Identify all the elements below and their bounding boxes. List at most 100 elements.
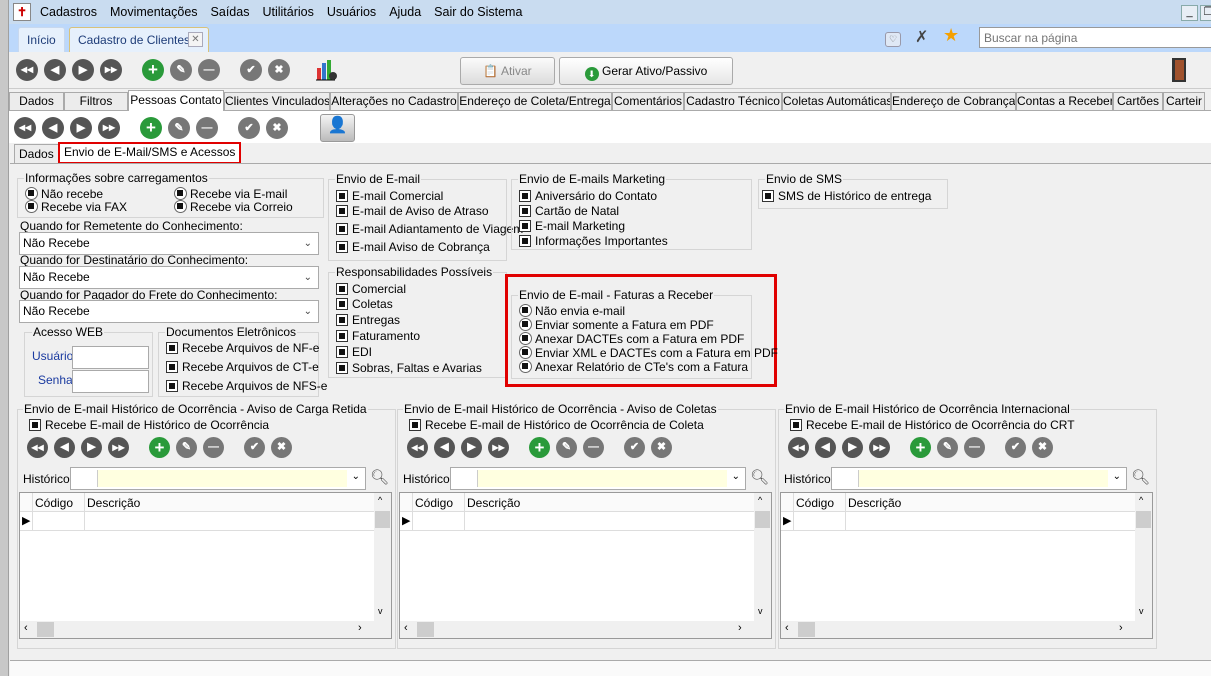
table-row[interactable] (400, 530, 756, 531)
edit-button[interactable]: ✎ (170, 59, 192, 81)
last-record-button[interactable]: ▶▶ (98, 117, 120, 139)
checkbox-email-comercial[interactable]: E-mail Comercial (336, 189, 443, 203)
panel-receive-checkbox[interactable]: Recebe E-mail de Histórico de Ocorrência… (409, 418, 704, 432)
cancel-button[interactable]: ✖ (1032, 437, 1053, 458)
add-button[interactable]: + (910, 437, 931, 458)
cancel-button[interactable]: ✖ (268, 59, 290, 81)
favorite-heart-button[interactable]: ♡ (885, 32, 901, 47)
unpin-icon[interactable]: ✗ (915, 27, 928, 47)
checkbox-email-marketing[interactable]: E-mail Marketing (519, 219, 625, 233)
search-icon[interactable]: 🔍︎ (750, 468, 769, 486)
table-row[interactable] (20, 530, 376, 531)
add-button[interactable]: + (529, 437, 550, 458)
confirm-button[interactable]: ✔ (244, 437, 265, 458)
destinatario-select[interactable]: Não Recebe ⌄ (19, 266, 319, 289)
checkbox-email-adiantamento[interactable]: E-mail Adiantamento de Viagem (336, 222, 523, 236)
checkbox-email-cobranca[interactable]: E-mail Aviso de Cobrança (336, 240, 490, 254)
col-descricao[interactable]: Descrição (848, 496, 901, 510)
checkbox-coletas[interactable]: Coletas (336, 297, 393, 311)
tab-7[interactable]: Cadastro Técnico (684, 92, 782, 111)
historico-select[interactable]: ⌄ (70, 467, 366, 490)
remove-button[interactable]: — (198, 59, 220, 81)
vertical-scrollbar[interactable]: ^ v (1135, 493, 1152, 621)
next-record-button[interactable]: ▶ (72, 59, 94, 81)
radio-relatorio-ctes[interactable]: Anexar Relatório de CTe's com a Fatura (519, 360, 748, 374)
vertical-scrollbar[interactable]: ^ v (754, 493, 771, 621)
menu-sair[interactable]: Sair do Sistema (434, 5, 522, 19)
checkbox-email-atraso[interactable]: E-mail de Aviso de Atraso (336, 204, 489, 218)
radio-somente-fatura[interactable]: Enviar somente a Fatura em PDF (519, 318, 714, 332)
close-tab-icon[interactable]: ✕ (188, 32, 203, 47)
radio-nao-recebe[interactable]: Não recebe (25, 187, 103, 201)
historico-select[interactable]: ⌄ (450, 467, 746, 490)
next-record-button[interactable]: ▶ (70, 117, 92, 139)
col-codigo[interactable]: Código (35, 496, 73, 510)
prev-record-button[interactable]: ◀ (44, 59, 66, 81)
prev-record-button[interactable]: ◀ (815, 437, 836, 458)
col-codigo[interactable]: Código (415, 496, 453, 510)
radio-recebe-correio[interactable]: Recebe via Correio (174, 200, 293, 214)
next-record-button[interactable]: ▶ (81, 437, 102, 458)
checkbox-nfe[interactable]: Recebe Arquivos de NF-e (166, 341, 319, 355)
tab-3[interactable]: Clientes Vinculados (224, 92, 330, 111)
remove-button[interactable]: — (203, 437, 224, 458)
confirm-button[interactable]: ✔ (240, 59, 262, 81)
radio-recebe-fax[interactable]: Recebe via FAX (25, 200, 127, 214)
confirm-button[interactable]: ✔ (1005, 437, 1026, 458)
gerar-ativo-passivo-button[interactable]: ⬇ Gerar Ativo/Passivo (559, 57, 733, 85)
first-record-button[interactable]: ◀◀ (16, 59, 38, 81)
table-row[interactable] (781, 530, 1137, 531)
prev-record-button[interactable]: ◀ (54, 437, 75, 458)
usuario-input[interactable] (72, 346, 149, 369)
prev-record-button[interactable]: ◀ (434, 437, 455, 458)
menu-cadastros[interactable]: Cadastros (40, 5, 97, 19)
senha-input[interactable] (72, 370, 149, 393)
tab-0[interactable]: Dados (9, 92, 64, 111)
search-icon[interactable]: 🔍︎ (370, 468, 389, 486)
last-record-button[interactable]: ▶▶ (100, 59, 122, 81)
tab-6[interactable]: Comentários (612, 92, 684, 111)
tab-11[interactable]: Cartões (1113, 92, 1163, 111)
minimize-button[interactable]: _ (1181, 5, 1198, 21)
checkbox-entregas[interactable]: Entregas (336, 313, 400, 327)
edit-button[interactable]: ✎ (556, 437, 577, 458)
next-record-button[interactable]: ▶ (461, 437, 482, 458)
panel-receive-checkbox[interactable]: Recebe E-mail de Histórico de Ocorrência (29, 418, 269, 432)
historico-select[interactable]: ⌄ (831, 467, 1127, 490)
last-record-button[interactable]: ▶▶ (108, 437, 129, 458)
tab-5[interactable]: Endereço de Coleta/Entrega (458, 92, 612, 111)
last-record-button[interactable]: ▶▶ (488, 437, 509, 458)
tab-cadastro-clientes[interactable]: Cadastro de Clientes ✕ (69, 27, 209, 52)
panel-receive-checkbox[interactable]: Recebe E-mail de Histórico de Ocorrência… (790, 418, 1075, 432)
first-record-button[interactable]: ◀◀ (27, 437, 48, 458)
star-icon[interactable]: ★ (943, 25, 959, 46)
confirm-button[interactable]: ✔ (624, 437, 645, 458)
checkbox-sobras[interactable]: Sobras, Faltas e Avarias (336, 361, 482, 375)
checkbox-faturamento[interactable]: Faturamento (336, 329, 420, 343)
checkbox-comercial[interactable]: Comercial (336, 282, 406, 296)
horizontal-scrollbar[interactable]: ‹ › (20, 621, 391, 638)
remetente-select[interactable]: Não Recebe ⌄ (19, 232, 319, 255)
tab-9[interactable]: Endereço de Cobrança (891, 92, 1016, 111)
search-page-input[interactable] (979, 27, 1211, 48)
checkbox-aniversario[interactable]: Aniversário do Contato (519, 189, 657, 203)
pagador-select[interactable]: Não Recebe ⌄ (19, 300, 319, 323)
remove-button[interactable]: — (583, 437, 604, 458)
edit-button[interactable]: ✎ (168, 117, 190, 139)
next-record-button[interactable]: ▶ (842, 437, 863, 458)
add-button[interactable]: + (149, 437, 170, 458)
first-record-button[interactable]: ◀◀ (407, 437, 428, 458)
add-button[interactable]: + (142, 59, 164, 81)
first-record-button[interactable]: ◀◀ (14, 117, 36, 139)
checkbox-informacoes[interactable]: Informações Importantes (519, 234, 668, 248)
tab-10[interactable]: Contas a Receber (1016, 92, 1113, 111)
menu-movimentacoes[interactable]: Movimentações (110, 5, 198, 19)
checkbox-cte[interactable]: Recebe Arquivos de CT-e (166, 360, 319, 374)
radio-recebe-email[interactable]: Recebe via E-mail (174, 187, 287, 201)
remove-button[interactable]: — (964, 437, 985, 458)
remove-user-button[interactable]: 👤 (320, 114, 355, 142)
radio-nao-envia[interactable]: Não envia e-mail (519, 304, 625, 318)
exit-door-icon[interactable] (1172, 58, 1186, 82)
tab-12[interactable]: Carteir (1163, 92, 1205, 111)
ativar-button[interactable]: 📋 Ativar (460, 57, 555, 85)
